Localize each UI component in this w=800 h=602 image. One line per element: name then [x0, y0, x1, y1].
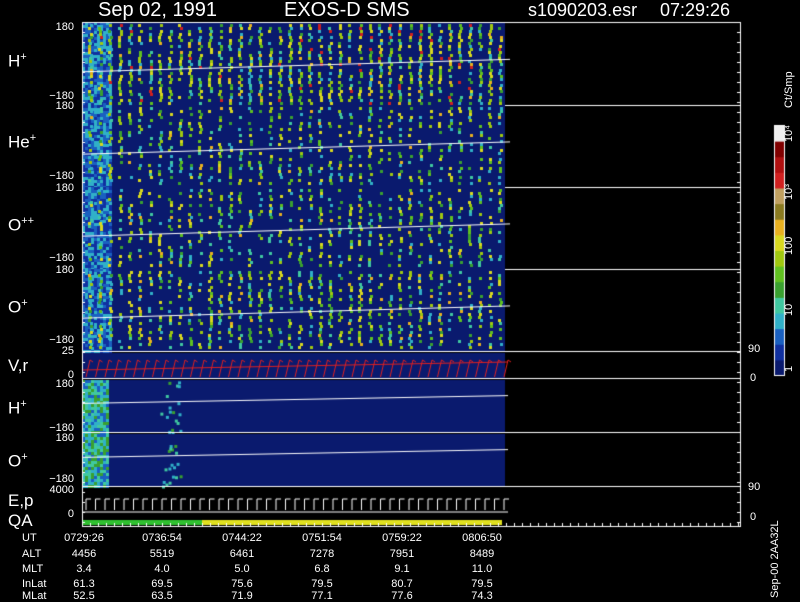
rtick-ep-max: 90 [748, 481, 761, 493]
plot-date: Sep 02, 1991 [98, 0, 217, 21]
start-time: 07:29:26 [660, 0, 731, 20]
alt-cell: 6461 [229, 548, 255, 560]
alt-cell: 8489 [469, 548, 495, 560]
panel-label-he-plus: He+ [8, 132, 37, 152]
ytick-op-max: 180 [55, 264, 74, 276]
rtick-vr-min: 0 [750, 372, 757, 384]
colorbar-tick-10: 10 [783, 303, 795, 316]
colorbar-tick-100: 100 [783, 236, 795, 255]
colorbar-tick-1: 1 [783, 365, 795, 372]
mlt-cell: 3.4 [76, 563, 92, 575]
alt-cell: 7278 [309, 548, 335, 560]
instrument-title: EXOS-D SMS [284, 0, 410, 21]
panel-label-vr: V,r [8, 356, 29, 375]
inlat-cell: 75.6 [231, 578, 253, 590]
panel-label-ep: E,p [8, 491, 34, 510]
mlt-cell: 9.1 [394, 563, 410, 575]
panel-label-o-plusplus: O++ [8, 215, 35, 235]
spectrogram-canvas [0, 0, 800, 600]
ytick-h2-max: 180 [55, 378, 74, 390]
mlat-cell: 77.6 [391, 590, 413, 602]
rtick-vr-max: 90 [748, 343, 761, 355]
panel-label-h-plus-2: H+ [8, 398, 27, 418]
ut-cell: 0806:50 [462, 532, 502, 544]
panel-label-h-plus: H+ [8, 51, 27, 71]
mlat-cell: 52.5 [73, 590, 95, 602]
ut-cell: 0736:54 [142, 532, 182, 544]
panel-label-qa: QA [8, 511, 33, 530]
ytick-he-min: −180 [49, 170, 74, 182]
ut-cell: 0759:22 [382, 532, 422, 544]
ytick-o2-max: 180 [55, 432, 74, 444]
ut-cell: 0744:22 [222, 532, 262, 544]
panel-label-o-plus-2: O+ [8, 451, 28, 471]
panel-label-o-plus: O+ [8, 297, 28, 317]
mlat-cell: 77.1 [311, 590, 333, 602]
inlat-cell: 61.3 [73, 578, 95, 590]
file-name: s1090203.esr [528, 0, 638, 20]
inlat-cell: 69.5 [151, 578, 173, 590]
mlat-cell: 74.3 [471, 590, 493, 602]
rtick-ep-min: 0 [750, 511, 757, 523]
mlt-cell: 4.0 [154, 563, 170, 575]
ytick-h-max: 180 [55, 21, 74, 33]
ytick-he-max: 180 [55, 100, 74, 112]
mlat-cell: 63.5 [151, 590, 173, 602]
inlat-cell: 80.7 [391, 578, 413, 590]
mlt-cell: 5.0 [234, 563, 250, 575]
alt-cell: 7951 [389, 548, 415, 560]
footer-id: Sep-00 2AA32L [769, 520, 781, 598]
alt-cell: 4456 [71, 548, 97, 560]
ytick-vr-max: 25 [61, 345, 74, 357]
inlat-cell: 79.5 [471, 578, 493, 590]
ytick-opp-min: −180 [49, 252, 74, 264]
ytick-ep-max: 4000 [49, 484, 74, 496]
colorbar-tick-1e3: 10³ [783, 184, 795, 200]
ut-cell: 0751:54 [302, 532, 342, 544]
ytick-opp-max: 180 [55, 182, 74, 194]
alt-cell: 5519 [149, 548, 175, 560]
ytick-ep-min: 0 [67, 508, 74, 520]
colorbar-tick-1e4: 10⁴ [783, 125, 795, 142]
mlat-cell: 71.9 [231, 590, 253, 602]
mlt-cell: 11.0 [471, 563, 493, 575]
colorbar-unit: Ct/Smp [783, 71, 795, 108]
mlt-cell: 6.8 [314, 563, 330, 575]
inlat-cell: 79.5 [311, 578, 333, 590]
ut-cell: 0729:26 [64, 532, 104, 544]
